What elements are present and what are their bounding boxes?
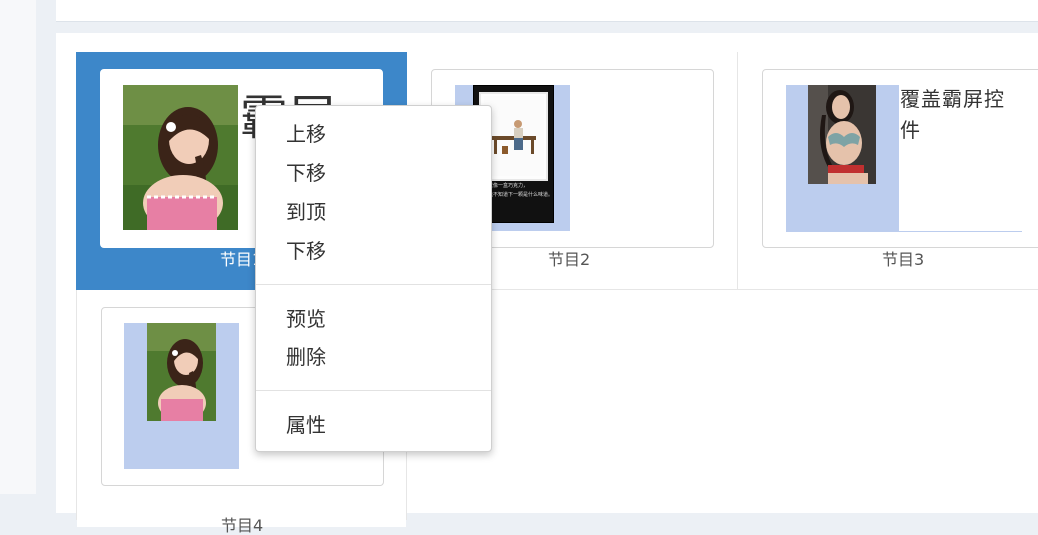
top-panel [56, 0, 1038, 22]
menu-item-preview[interactable]: 预览 [286, 306, 326, 332]
divider [899, 231, 1022, 232]
menu-item-properties[interactable]: 属性 [286, 412, 326, 438]
menu-item-move-down[interactable]: 下移 [286, 160, 326, 186]
context-menu: 上移 下移 到顶 下移 预览 删除 属性 [255, 105, 492, 452]
program-caption-3: 节目3 [882, 250, 925, 269]
woman-photo [808, 85, 876, 184]
menu-separator [256, 284, 491, 285]
girl-photo [123, 85, 238, 230]
menu-item-delete[interactable]: 删除 [286, 344, 326, 370]
program-grid: 霸屏 节目1 生活就像一盒巧克力， 你永远不知道下一颗是什么味 [56, 33, 1038, 535]
menu-item-move-down-2[interactable]: 下移 [286, 238, 326, 264]
menu-item-move-up[interactable]: 上移 [286, 121, 326, 147]
left-gutter [0, 0, 36, 494]
program-card-3[interactable]: 覆盖霸屏控件 节目3 [738, 52, 1038, 289]
program-caption-2: 节目2 [548, 250, 591, 269]
program-caption-4: 节目4 [221, 516, 264, 535]
girl-photo [147, 323, 216, 421]
menu-item-move-to-top[interactable]: 到顶 [286, 199, 326, 225]
overlay-text: 覆盖霸屏控件 [900, 87, 1005, 142]
program-thumbnail-3[interactable]: 覆盖霸屏控件 [762, 69, 1038, 248]
menu-separator [256, 390, 491, 391]
